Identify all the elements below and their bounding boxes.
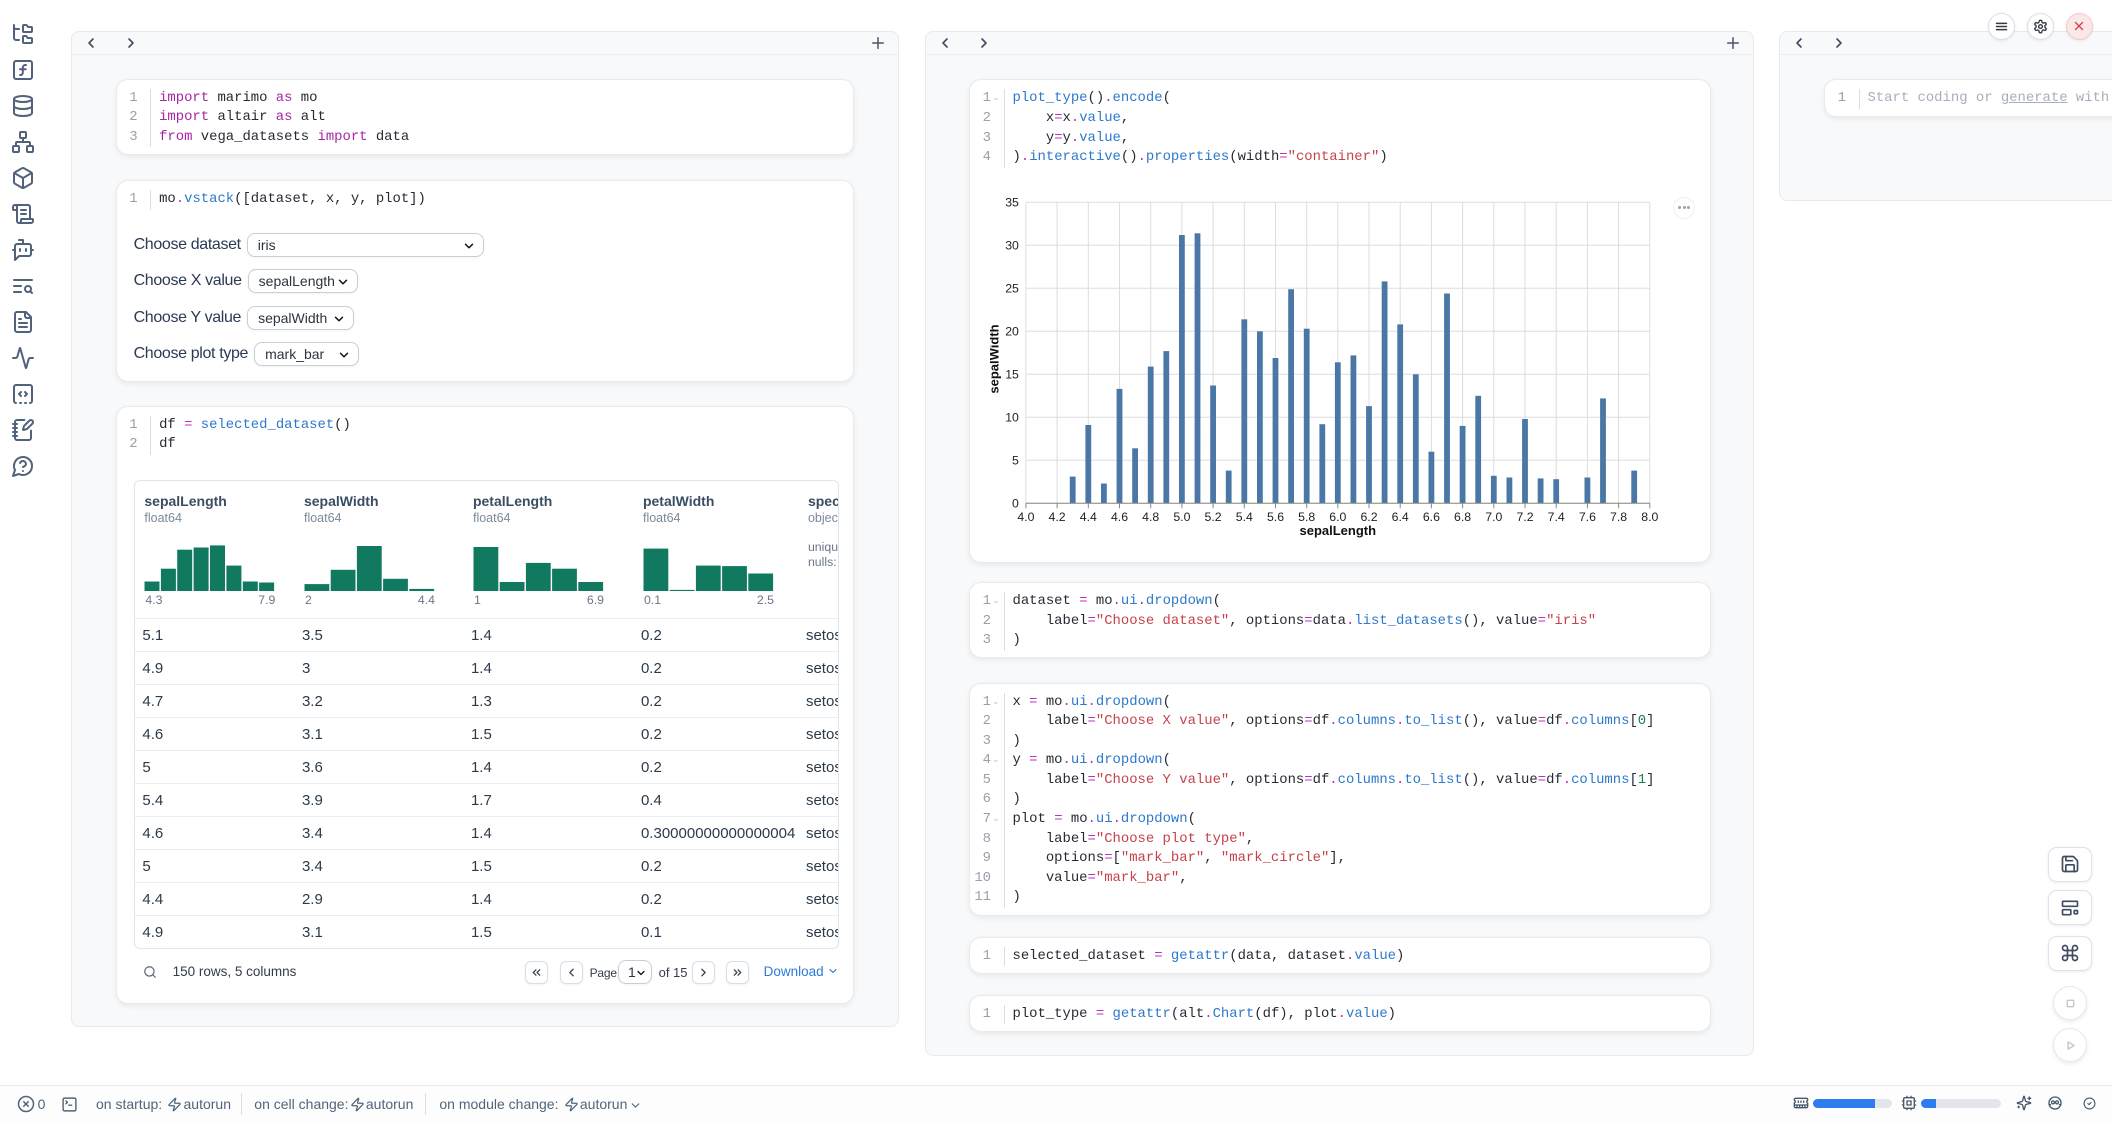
svg-text:30: 30: [1005, 238, 1019, 252]
svg-text:5.2: 5.2: [1205, 510, 1222, 524]
svg-text:4.8: 4.8: [1142, 510, 1159, 524]
svg-text:0: 0: [1012, 496, 1019, 510]
svg-text:35: 35: [1005, 195, 1019, 209]
svg-text:6.4: 6.4: [1392, 510, 1409, 524]
svg-text:sepalLength: sepalLength: [1300, 523, 1377, 538]
svg-text:4.0: 4.0: [1017, 510, 1034, 524]
svg-text:5.6: 5.6: [1267, 510, 1284, 524]
svg-text:sepalWidth: sepalWidth: [990, 324, 1002, 393]
svg-text:5.4: 5.4: [1236, 510, 1253, 524]
svg-text:7.8: 7.8: [1610, 510, 1627, 524]
svg-text:6.8: 6.8: [1454, 510, 1471, 524]
svg-text:6.2: 6.2: [1360, 510, 1377, 524]
svg-text:10: 10: [1005, 410, 1019, 424]
svg-text:7.4: 7.4: [1548, 510, 1565, 524]
svg-text:7.2: 7.2: [1516, 510, 1533, 524]
svg-text:4.6: 4.6: [1111, 510, 1128, 524]
svg-text:6.0: 6.0: [1329, 510, 1346, 524]
svg-text:5.0: 5.0: [1173, 510, 1190, 524]
svg-text:6.6: 6.6: [1423, 510, 1440, 524]
svg-text:7.0: 7.0: [1485, 510, 1502, 524]
svg-text:20: 20: [1005, 324, 1019, 338]
svg-text:25: 25: [1005, 281, 1019, 295]
svg-text:8.0: 8.0: [1641, 510, 1658, 524]
svg-text:15: 15: [1005, 367, 1019, 381]
svg-text:4.2: 4.2: [1049, 510, 1066, 524]
svg-text:5.8: 5.8: [1298, 510, 1315, 524]
svg-text:5: 5: [1012, 453, 1019, 467]
svg-text:4.4: 4.4: [1080, 510, 1097, 524]
svg-text:7.6: 7.6: [1579, 510, 1596, 524]
